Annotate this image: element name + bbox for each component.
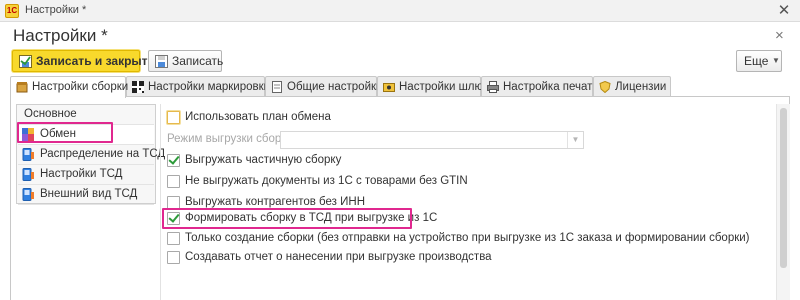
form-close-icon[interactable]: × — [775, 27, 784, 44]
sidebar-item-main[interactable]: Основное — [18, 105, 154, 125]
tab-label: Настройки сборки — [32, 81, 129, 93]
sidebar-item-label: Основное — [24, 108, 77, 120]
tab-gateway-settings[interactable]: Настройки шлюз — [377, 76, 488, 97]
sidebar-item-tsd-settings[interactable]: Настройки ТСД — [18, 165, 154, 185]
window-title-bar: 1С Настройки * ✕ — [0, 0, 800, 22]
device-icon — [22, 188, 34, 201]
option-label: Использовать план обмена — [185, 111, 331, 123]
tab-licenses[interactable]: Лицензии — [593, 76, 671, 97]
page-title: Настройки * — [13, 26, 108, 45]
chevron-down-icon[interactable]: ▼ — [567, 132, 583, 148]
license-shield-icon — [599, 81, 611, 93]
use-plan-checkbox[interactable] — [167, 111, 180, 124]
qr-code-icon — [132, 81, 144, 93]
save-button[interactable]: Записать — [148, 50, 224, 74]
sidebar-item-label: Распределение на ТСД — [40, 148, 166, 160]
tab-marking-settings[interactable]: Настройки маркировки — [126, 76, 270, 97]
settings-tabs: Настройки сборки Настройки маркировки Об… — [10, 76, 790, 98]
form-on-export-checkbox[interactable] — [167, 212, 180, 225]
window-close-icon[interactable]: ✕ — [774, 2, 794, 20]
tab-label: Настройки шлюз — [399, 81, 489, 93]
partial-export-checkbox[interactable] — [167, 154, 180, 167]
skip-no-gtin-checkbox[interactable] — [167, 175, 180, 188]
gateway-icon — [383, 83, 395, 92]
option-label: Выгружать частичную сборку — [185, 154, 342, 166]
exchange-icon — [22, 128, 34, 141]
option-label: Не выгружать документы из 1С с товарами … — [185, 175, 468, 187]
tab-print-settings[interactable]: Настройка печати — [481, 76, 599, 97]
scrollbar-thumb[interactable] — [780, 108, 787, 268]
panel-scrollbar[interactable] — [776, 104, 790, 300]
export-no-inn-checkbox[interactable] — [167, 196, 180, 209]
export-mode-label: Режим выгрузки сборки: — [167, 133, 296, 145]
chevron-down-icon: ▼ — [772, 56, 780, 65]
printer-icon — [487, 81, 499, 93]
save-and-close-label: Записать и закрыть — [36, 54, 155, 68]
save-and-close-button[interactable]: Записать и закрыть — [12, 50, 155, 74]
document-settings-icon — [272, 81, 282, 93]
tab-general-settings[interactable]: Общие настройки — [265, 76, 382, 97]
sidebar-item-label: Настройки ТСД — [40, 168, 123, 180]
sidebar-item-distribution[interactable]: Распределение на ТСД — [18, 145, 165, 165]
save-close-icon — [19, 54, 32, 74]
option-label: Формировать сборку в ТСД при выгрузке из… — [185, 212, 438, 224]
option-label: Выгружать контрагентов без ИНН — [185, 196, 366, 208]
app-logo-icon: 1С — [5, 4, 19, 18]
more-label: Еще — [744, 54, 769, 68]
option-label: Создавать отчет о нанесении при выгрузке… — [185, 251, 492, 263]
sidebar-item-tsd-appearance[interactable]: Внешний вид ТСД — [18, 185, 154, 205]
save-label: Записать — [172, 54, 224, 68]
more-button[interactable]: Еще ▼ — [736, 50, 782, 72]
sidebar-item-exchange[interactable]: Обмен — [18, 125, 154, 145]
tab-label: Настройка печати — [503, 81, 599, 93]
tab-label: Настройки маркировки — [148, 81, 271, 93]
export-mode-select[interactable]: ▼ — [280, 131, 584, 149]
settings-sidebar: Основное Обмен Распределение на ТСД Наст… — [16, 104, 165, 205]
sidebar-item-label: Обмен — [40, 128, 76, 140]
device-icon — [22, 168, 34, 181]
create-report-checkbox[interactable] — [167, 251, 180, 264]
tab-label: Общие настройки — [287, 81, 383, 93]
window-title: Настройки * — [25, 4, 87, 16]
tab-build-settings[interactable]: Настройки сборки — [10, 76, 129, 98]
create-only-checkbox[interactable] — [167, 232, 180, 245]
option-label: Только создание сборки (без отправки на … — [185, 232, 750, 244]
package-settings-icon — [16, 82, 28, 93]
device-icon — [22, 148, 34, 161]
save-icon — [155, 54, 168, 74]
sidebar-item-label: Внешний вид ТСД — [40, 188, 138, 200]
tab-label: Лицензии — [615, 81, 667, 93]
